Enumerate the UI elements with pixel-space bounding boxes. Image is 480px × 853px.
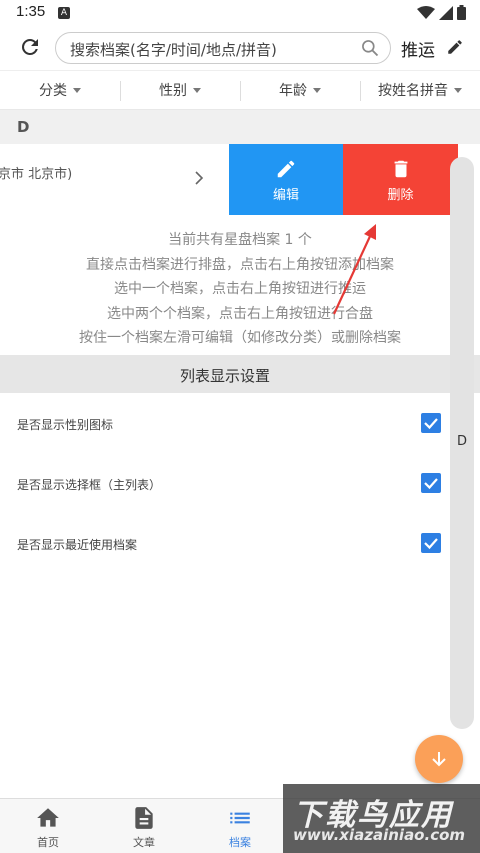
checkbox[interactable] [421,413,441,433]
nav-label: 首页 [37,836,59,849]
search-placeholder: 搜索档案(名字/时间/地点/拼音) [70,41,277,59]
pencil-icon[interactable] [446,38,464,56]
nav-home[interactable]: 首页 [0,799,96,853]
check-icon [424,418,438,430]
list-icon [230,812,250,824]
setting-label: 是否显示性别图标 [17,418,114,432]
help-line: 按住一个档案左滑可编辑（如修改分类）或删除档案 [79,330,401,346]
checkbox[interactable] [421,533,441,553]
check-icon [424,478,438,490]
help-line: 直接点击档案进行排盘，点击右上角按钮添加档案 [86,256,394,273]
setting-label: 是否显示最近使用档案 [17,538,138,552]
check-icon [424,538,438,550]
checkbox[interactable] [421,473,441,493]
filter-label: 性别 [159,83,187,99]
help-line: 当前共有星盘档案 1 个 [168,232,312,248]
annotation-arrow-icon [333,224,376,315]
home-icon [37,808,59,827]
filter-age[interactable]: 年龄 [240,71,360,109]
edit-button[interactable]: 编辑 [229,144,343,215]
search-toolbar: 搜索档案(名字/时间/地点/拼音) 推运 [0,26,480,70]
section-letter: D [17,118,30,136]
status-bar: 1:35 A [0,0,480,26]
setting-label: 是否显示选择框（主列表） [17,478,162,492]
edit-label: 编辑 [272,188,299,203]
scroll-down-button[interactable] [415,735,463,783]
search-input[interactable]: 搜索档案(名字/时间/地点/拼音) [55,32,391,64]
app-screen: 1:35 A 搜索档案(名字/时间/地点/拼音) 推运 分类 性别 年龄 按姓名… [0,0,480,853]
status-icons [417,5,466,20]
filter-label: 分类 [39,83,67,99]
push-button[interactable]: 推运 [401,36,435,61]
arrow-down-icon [432,752,446,767]
filter-label: 按姓名拼音 [378,83,448,99]
filter-category[interactable]: 分类 [0,71,120,109]
help-text: 当前共有星盘档案 1 个 直接点击档案进行排盘，点击右上角按钮添加档案 选中一个… [0,228,480,351]
search-icon[interactable] [360,38,380,58]
nav-articles[interactable]: 文章 [96,799,192,853]
delete-label: 删除 [387,188,414,203]
notification-icon: A [58,7,70,19]
nav-label: 文章 [133,836,155,849]
battery-icon [457,5,466,20]
help-line: 选中两个个档案，点击右上角按钮进行合盘 [107,305,373,322]
caret-down-icon [313,87,321,93]
watermark-url: www.xiazainiao.com [293,826,466,844]
settings-title: 列表显示设置 [179,367,270,385]
caret-down-icon [73,87,81,93]
setting-show-recent[interactable]: 是否显示最近使用档案 [0,524,460,564]
settings-header: 列表显示设置 [0,355,480,393]
archive-location: 京市 北京市) [0,167,73,182]
nav-archives[interactable]: 档案 [192,799,288,853]
chevron-right-icon [195,171,204,185]
setting-show-gender-icon[interactable]: 是否显示性别图标 [0,404,460,444]
caret-down-icon [193,87,201,93]
signal-icon [439,5,453,20]
pencil-icon [277,160,295,178]
watermark-logo: 下载鸟应用 www.xiazainiao.com [283,784,480,853]
caret-down-icon [454,87,462,93]
index-letter[interactable]: D [457,434,467,449]
filter-bar: 分类 性别 年龄 按姓名拼音 [0,70,480,110]
refresh-icon[interactable] [18,35,42,59]
wifi-icon [417,5,435,19]
help-line: 选中一个档案，点击右上角按钮进行推运 [114,281,366,297]
delete-button[interactable]: 删除 [343,144,458,215]
setting-show-checkbox[interactable]: 是否显示选择框（主列表） [0,464,460,504]
filter-label: 年龄 [279,83,307,99]
status-time: 1:35 [16,3,46,20]
nav-label: 档案 [229,836,251,849]
document-icon [135,807,153,829]
trash-icon [394,160,407,178]
section-header: D [0,110,480,144]
filter-sort[interactable]: 按姓名拼音 [360,71,480,109]
filter-gender[interactable]: 性别 [120,71,240,109]
